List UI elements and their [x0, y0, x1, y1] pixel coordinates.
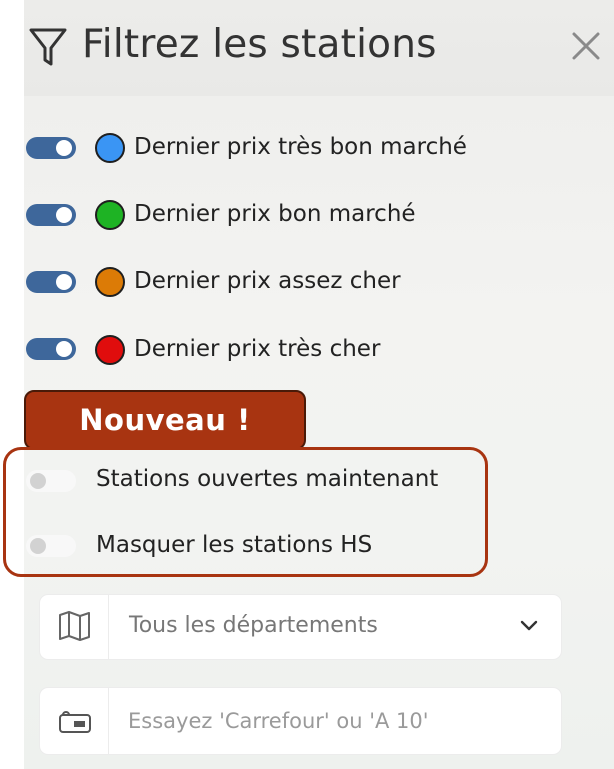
status-filter-row-open-now: Stations ouvertes maintenant [0, 460, 614, 500]
label-cheap: Dernier prix bon marché [134, 201, 416, 227]
search-box [40, 688, 561, 754]
label-very-expensive: Dernier prix très cher [134, 336, 381, 362]
price-filter-row-cheap: Dernier prix bon marché [0, 195, 614, 235]
color-dot-green [95, 200, 125, 230]
search-icon-cell [40, 688, 109, 754]
color-dot-orange [95, 267, 125, 297]
chevron-down-icon [520, 620, 538, 631]
price-filter-row-fairly-expensive: Dernier prix assez cher [0, 262, 614, 302]
department-select[interactable]: Tous les départements [40, 595, 561, 659]
new-badge: Nouveau ! [24, 390, 306, 450]
toggle-very-expensive[interactable] [26, 338, 76, 360]
status-filter-row-hide-out-of-service: Masquer les stations HS [0, 526, 614, 566]
new-badge-label: Nouveau ! [79, 403, 251, 437]
search-input[interactable] [122, 700, 548, 742]
sign-icon [59, 711, 91, 733]
close-icon[interactable] [570, 30, 602, 62]
department-select-value: Tous les départements [129, 613, 378, 638]
toggle-fairly-expensive[interactable] [26, 271, 76, 293]
department-select-icon-cell [40, 595, 109, 659]
funnel-icon [29, 28, 67, 66]
map-icon [59, 611, 90, 641]
toggle-open-now[interactable] [26, 470, 76, 492]
label-open-now: Stations ouvertes maintenant [96, 466, 439, 492]
price-filter-row-very-cheap: Dernier prix très bon marché [0, 128, 614, 168]
left-margin [0, 0, 24, 769]
label-fairly-expensive: Dernier prix assez cher [134, 268, 401, 294]
toggle-very-cheap[interactable] [26, 137, 76, 159]
color-dot-blue [95, 133, 125, 163]
toggle-hide-out-of-service[interactable] [26, 535, 76, 557]
price-filter-row-very-expensive: Dernier prix très cher [0, 330, 614, 370]
color-dot-red [95, 335, 125, 365]
label-hide-out-of-service: Masquer les stations HS [96, 532, 373, 558]
page-title: Filtrez les stations [82, 22, 437, 67]
toggle-cheap[interactable] [26, 204, 76, 226]
label-very-cheap: Dernier prix très bon marché [134, 134, 467, 160]
